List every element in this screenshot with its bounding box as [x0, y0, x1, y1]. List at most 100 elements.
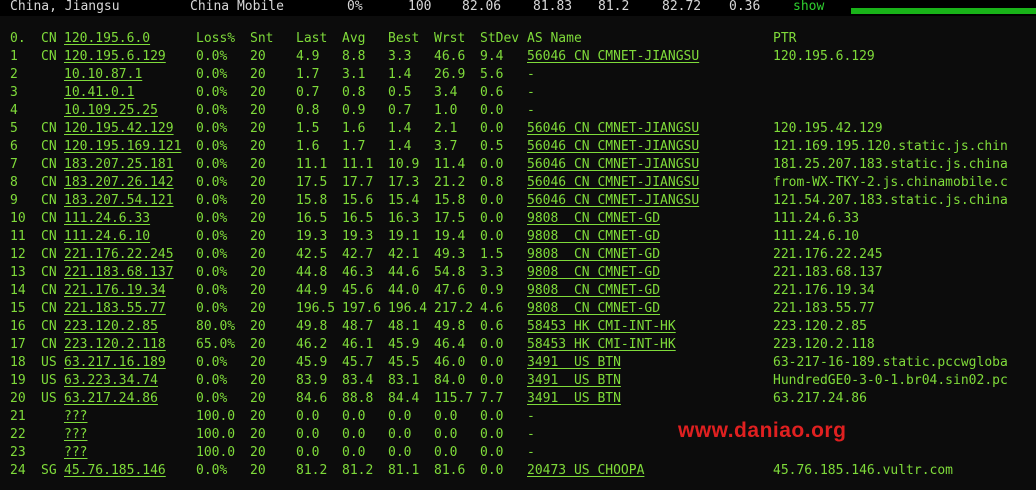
sent-value: 20 — [250, 193, 266, 208]
host-link[interactable]: 63.223.34.74 — [64, 372, 158, 390]
as-link[interactable]: 9808 CN CMNET-GD — [527, 246, 660, 264]
loss-value: 0.0% — [196, 121, 228, 136]
host-link[interactable]: 183.207.54.121 — [64, 192, 174, 210]
hop-number: 13 — [10, 265, 26, 280]
watermark: www.daniao.org — [678, 419, 847, 442]
host-link[interactable]: 63.217.24.86 — [64, 390, 158, 408]
country-code: CN — [41, 211, 57, 226]
as-link[interactable]: 56046 CN CMNET-JIANGSU — [527, 138, 699, 156]
host-link[interactable]: 183.207.26.142 — [64, 174, 174, 192]
as-link[interactable]: 20473 US CHOOPA — [527, 462, 644, 480]
stdev-value: 0.6 — [480, 319, 504, 334]
last-value: 1.5 — [296, 121, 320, 136]
header-last: Last — [296, 31, 328, 46]
last-value: 16.5 — [296, 211, 328, 226]
as-link[interactable]: 3491 US BTN — [527, 354, 621, 372]
host-link[interactable]: ??? — [64, 408, 87, 426]
ptr-value: 181.25.207.183.static.js.china — [773, 157, 1008, 172]
stdev-value: 0.5 — [480, 139, 504, 154]
best-value: 44.0 — [388, 283, 420, 298]
sent-value: 20 — [250, 319, 266, 334]
country-code: CN — [41, 175, 57, 190]
best-value: 10.9 — [388, 157, 420, 172]
avg-value: 45.6 — [342, 283, 374, 298]
as-link[interactable]: 9808 CN CMNET-GD — [527, 300, 660, 318]
as-link[interactable]: 56046 CN CMNET-JIANGSU — [527, 156, 699, 174]
avg-value: 88.8 — [342, 391, 374, 406]
country-code: CN — [41, 301, 57, 316]
host-link[interactable]: 45.76.185.146 — [64, 462, 166, 480]
host-link[interactable]: 120.195.6.129 — [64, 48, 166, 66]
as-link[interactable]: 58453 HK CMI-INT-HK — [527, 336, 676, 354]
stdev-value: 0.0 — [480, 409, 504, 424]
host-link[interactable]: 120.195.169.121 — [64, 138, 181, 156]
as-link[interactable]: 56046 CN CMNET-JIANGSU — [527, 48, 699, 66]
loss-value: 100.0 — [196, 445, 236, 460]
ptr-value: 120.195.42.129 — [773, 121, 883, 136]
host-link[interactable]: 63.217.16.189 — [64, 354, 166, 372]
ptr-value: 63.217.24.86 — [773, 391, 867, 406]
host-link[interactable]: 221.183.55.77 — [64, 300, 166, 318]
show-link[interactable]: show — [793, 0, 824, 14]
stdev-value: 0.0 — [480, 211, 504, 226]
best-value: 16.3 — [388, 211, 420, 226]
as-link[interactable]: 56046 CN CMNET-JIANGSU — [527, 120, 699, 138]
avg-value: 15.6 — [342, 193, 374, 208]
as-link: - — [527, 445, 535, 460]
hop-number: 4 — [10, 103, 18, 118]
as-link[interactable]: 9808 CN CMNET-GD — [527, 210, 660, 228]
host-link[interactable]: ??? — [64, 426, 87, 444]
loss-value: 0.0% — [196, 175, 228, 190]
host-link[interactable]: 221.176.19.34 — [64, 282, 166, 300]
host-link[interactable]: 111.24.6.10 — [64, 228, 150, 246]
host-link[interactable]: 183.207.25.181 — [64, 156, 174, 174]
avg-value: 1.6 — [342, 121, 366, 136]
summary-best: 81.2 — [598, 0, 630, 14]
stdev-value: 0.0 — [480, 103, 504, 118]
best-value: 0.0 — [388, 445, 412, 460]
worst-value: 11.4 — [434, 157, 466, 172]
ptr-value: 45.76.185.146.vultr.com — [773, 463, 954, 478]
country-code: CN — [41, 139, 57, 154]
avg-value: 197.6 — [342, 301, 382, 316]
host-link[interactable]: 221.183.68.137 — [64, 264, 174, 282]
host-link[interactable]: 223.120.2.118 — [64, 336, 166, 354]
host-link[interactable]: 221.176.22.245 — [64, 246, 174, 264]
worst-value: 3.4 — [434, 85, 458, 100]
as-link[interactable]: 9808 CN CMNET-GD — [527, 282, 660, 300]
table-row: 18 US 63.217.16.189 0.0% 20 45.9 45.7 45.5 46.0 0… — [0, 354, 1036, 372]
worst-value: 15.8 — [434, 193, 466, 208]
last-value: 49.8 — [296, 319, 328, 334]
best-value: 19.1 — [388, 229, 420, 244]
last-value: 84.6 — [296, 391, 328, 406]
hop-number: 12 — [10, 247, 26, 262]
best-value: 0.7 — [388, 103, 412, 118]
sent-value: 20 — [250, 427, 266, 442]
as-link[interactable]: 3491 US BTN — [527, 390, 621, 408]
as-link[interactable]: 9808 CN CMNET-GD — [527, 264, 660, 282]
host-link[interactable]: 10.10.87.1 — [64, 66, 142, 84]
worst-value: 46.4 — [434, 337, 466, 352]
as-link[interactable]: 56046 CN CMNET-JIANGSU — [527, 174, 699, 192]
as-link[interactable]: 56046 CN CMNET-JIANGSU — [527, 192, 699, 210]
as-link[interactable]: 3491 US BTN — [527, 372, 621, 390]
table-row: 20 US 63.217.24.86 0.0% 20 84.6 88.8 84.4 115.7 7… — [0, 390, 1036, 408]
as-link[interactable]: 58453 HK CMI-INT-HK — [527, 318, 676, 336]
table-row: 24 SG 45.76.185.146 0.0% 20 81.2 81.2 81.1 81.6 0… — [0, 462, 1036, 480]
loss-value: 0.0% — [196, 193, 228, 208]
as-link[interactable]: 9808 CN CMNET-GD — [527, 228, 660, 246]
worst-value: 46.0 — [434, 355, 466, 370]
ptr-value: 111.24.6.10 — [773, 229, 860, 244]
summary-loss: 0% — [347, 0, 363, 14]
host-link[interactable]: 111.24.6.33 — [64, 210, 150, 228]
loss-value: 0.0% — [196, 463, 228, 478]
host-link[interactable]: 10.109.25.25 — [64, 102, 158, 120]
host-link[interactable]: 10.41.0.1 — [64, 84, 134, 102]
sent-value: 20 — [250, 445, 266, 460]
host-link[interactable]: 223.120.2.85 — [64, 318, 158, 336]
host-link[interactable]: ??? — [64, 444, 87, 462]
header-host[interactable]: 120.195.6.0 — [64, 30, 150, 48]
host-link[interactable]: 120.195.42.129 — [64, 120, 174, 138]
best-value: 15.4 — [388, 193, 420, 208]
sent-value: 20 — [250, 175, 266, 190]
